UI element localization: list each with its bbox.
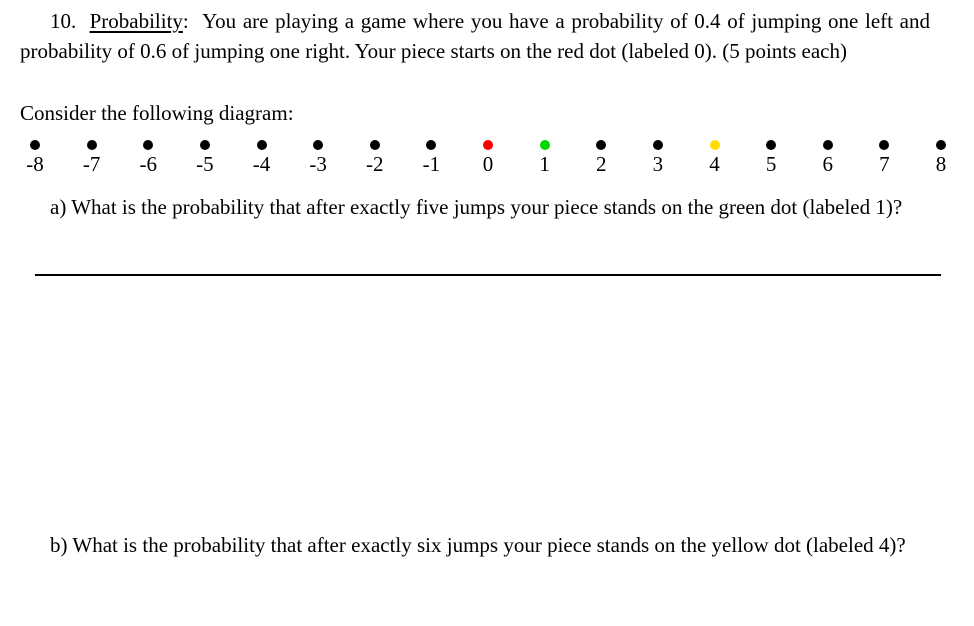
part-b: b) What is the probability that after ex… xyxy=(20,530,930,560)
number-line-label-minus-3: -3 xyxy=(309,152,327,176)
number-line-label-three: 3 xyxy=(652,152,664,176)
number-line-dot-one-green xyxy=(539,140,550,150)
number-line-dot-two xyxy=(596,140,607,150)
part-a-marker: a) xyxy=(50,195,67,219)
number-line-dot-minus-8 xyxy=(30,140,40,150)
number-line-dot-minus-4 xyxy=(256,140,267,150)
number-line-dot-seven xyxy=(879,140,890,150)
number-line-dot-minus-3 xyxy=(313,140,324,150)
problem-statement: 10. Probability: You are playing a game … xyxy=(20,6,930,66)
part-a-line-2: dot (labeled 1)? xyxy=(770,195,903,219)
topic-label: Probability xyxy=(89,9,183,33)
number-line-dot-zero-red xyxy=(483,140,493,150)
number-line-label-minus-5: -5 xyxy=(196,152,214,176)
part-b-marker: b) xyxy=(50,533,68,557)
part-b-line-2: dot (labeled 4)? xyxy=(773,533,906,557)
number-line-dot-minus-2 xyxy=(369,140,380,150)
number-line-label-zero-red: 0 xyxy=(482,152,494,176)
part-a-line-1: What is the probability that after exact… xyxy=(71,195,766,219)
number-line-label-minus-1: -1 xyxy=(422,152,441,176)
statement-line-3: dot (labeled 0). (5 points each) xyxy=(589,39,847,63)
part-b-work-area[interactable] xyxy=(20,596,930,624)
consider-diagram-text: Consider the following diagram: xyxy=(20,101,294,125)
part-a-work-area[interactable] xyxy=(20,256,930,526)
part-b-line-1: What is the probability that after exact… xyxy=(72,533,769,557)
number-line-dot-minus-5 xyxy=(199,140,210,150)
number-line-label-six: 6 xyxy=(822,152,834,176)
number-line-label-five: 5 xyxy=(765,152,777,176)
number-line-dot-four-yellow xyxy=(709,140,720,150)
number-line-label-minus-6: -6 xyxy=(139,152,158,176)
number-line-label-minus-2: -2 xyxy=(366,152,384,176)
number-line-label-seven: 7 xyxy=(879,152,890,176)
statement-line-1: You are playing a game where you have a … xyxy=(202,9,745,33)
number-line-label-two: 2 xyxy=(596,152,607,176)
number-line-dot-minus-1 xyxy=(426,140,437,150)
number-line-dot-minus-6 xyxy=(143,140,154,150)
number-line-diagram: -8 -7 -6 -5 -4 -3 -2 -1 0 1 2 3 4 5 6 7 8 xyxy=(0,130,974,276)
number-line-dot-five xyxy=(766,140,777,150)
problem-number: 10. xyxy=(50,9,77,33)
number-line-label-eight: 8 xyxy=(935,152,947,176)
number-line-label-minus-4: -4 xyxy=(252,152,271,176)
number-line-label-four-yellow: 4 xyxy=(709,152,720,176)
number-line-dot-three xyxy=(652,140,663,150)
number-line-label-one-green: 1 xyxy=(539,152,550,176)
part-a: a) What is the probability that after ex… xyxy=(20,192,930,222)
number-line-label-minus-8: -8 xyxy=(26,152,44,176)
number-line-dot-six xyxy=(822,140,833,150)
worksheet-page: 10. Probability: You are playing a game … xyxy=(0,0,974,626)
topic-colon: : xyxy=(182,9,189,33)
number-line-dot-eight xyxy=(936,140,946,150)
number-line-dot-minus-7 xyxy=(86,140,97,150)
number-line-label-minus-7: -7 xyxy=(82,152,101,176)
